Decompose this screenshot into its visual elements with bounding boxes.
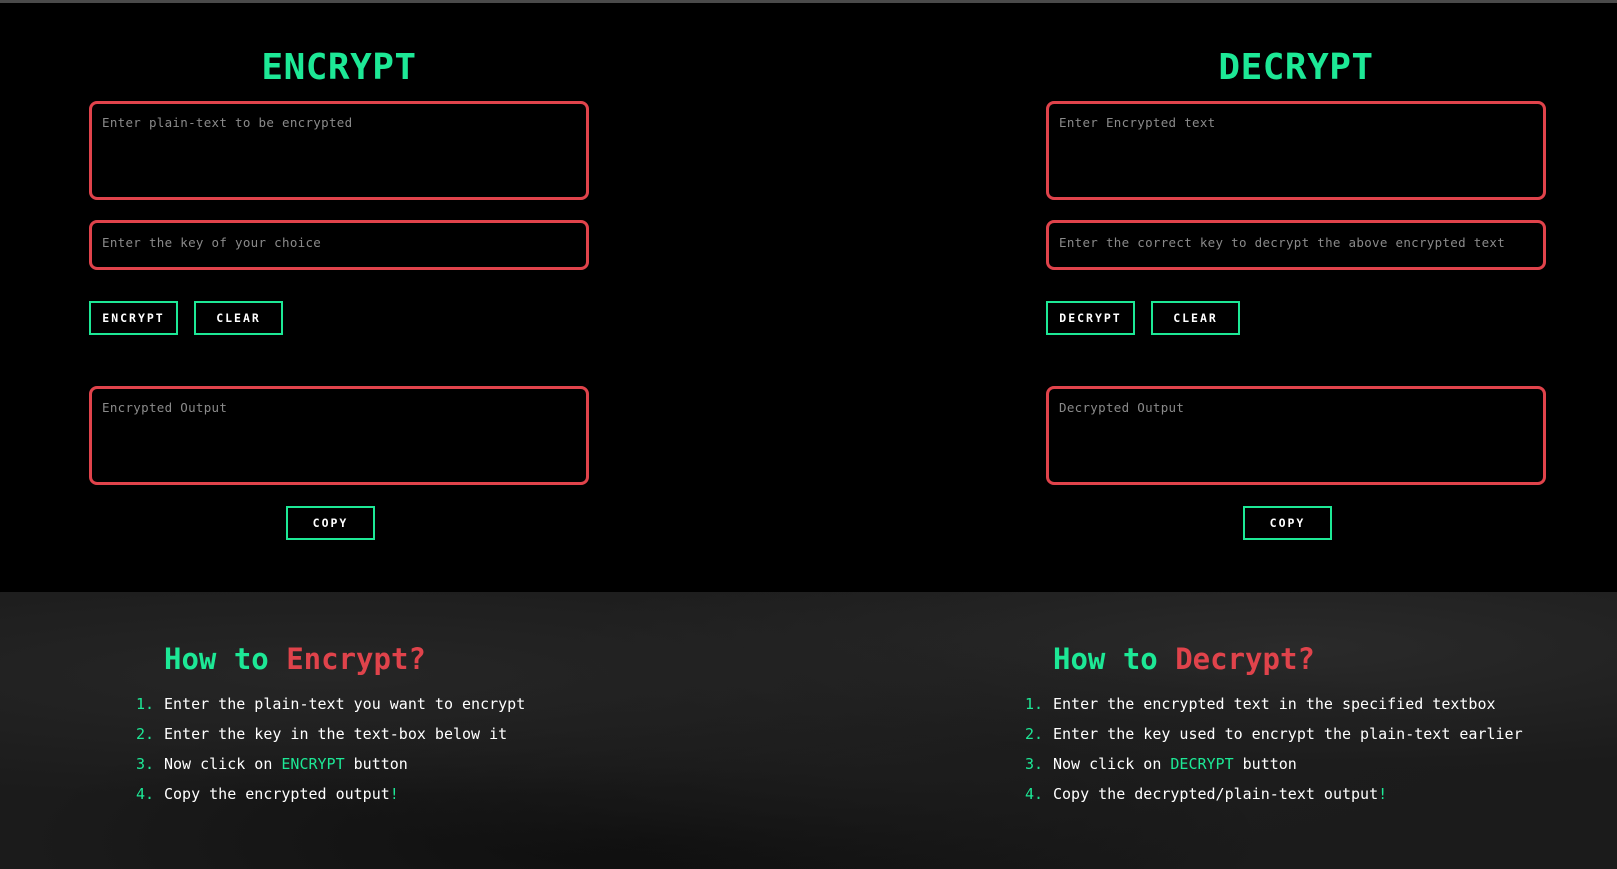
encrypt-key-input[interactable]: Enter the key of your choice xyxy=(89,220,589,270)
list-item: 4. Copy the decrypted/plain-text output! xyxy=(1025,785,1388,803)
list-item: 3. Now click on DECRYPT button xyxy=(1025,755,1297,773)
cipher-tool: ENCRYPT Enter plain-text to be encrypted… xyxy=(0,3,1617,592)
encrypted-text-input[interactable]: Enter Encrypted text xyxy=(1046,101,1546,200)
instructions-section: How to Encrypt? 1. Enter the plain-text y… xyxy=(0,592,1617,869)
how-to-decrypt-heading: How to Decrypt? xyxy=(1053,642,1315,676)
encrypt-button[interactable]: ENCRYPT xyxy=(89,301,178,335)
decrypt-copy-button[interactable]: COPY xyxy=(1243,506,1332,540)
how-to-encrypt-heading: How to Encrypt? xyxy=(164,642,426,676)
encrypt-copy-button[interactable]: COPY xyxy=(286,506,375,540)
list-item: 4. Copy the encrypted output! xyxy=(136,785,399,803)
list-item: 2. Enter the key in the text-box below it xyxy=(136,725,508,743)
encrypt-steps: 1. Enter the plain-text you want to encry… xyxy=(136,689,525,809)
decrypted-output[interactable]: Decrypted Output xyxy=(1046,386,1546,485)
list-item: 3. Now click on ENCRYPT button xyxy=(136,755,408,773)
encrypt-title: ENCRYPT xyxy=(261,47,417,88)
decrypt-button[interactable]: DECRYPT xyxy=(1046,301,1135,335)
list-item: 1. Enter the plain-text you want to encry… xyxy=(136,695,526,713)
list-item: 2. Enter the key used to encrypt the plai… xyxy=(1025,725,1523,743)
decrypt-key-input[interactable]: Enter the correct key to decrypt the abo… xyxy=(1046,220,1546,270)
encrypted-output[interactable]: Encrypted Output xyxy=(89,386,589,485)
list-item: 1. Enter the encrypted text in the specif… xyxy=(1025,695,1496,713)
decrypt-steps: 1. Enter the encrypted text in the specif… xyxy=(1025,689,1523,809)
plaintext-input[interactable]: Enter plain-text to be encrypted xyxy=(89,101,589,200)
encrypt-clear-button[interactable]: CLEAR xyxy=(194,301,283,335)
decrypt-title: DECRYPT xyxy=(1218,47,1374,88)
decrypt-clear-button[interactable]: CLEAR xyxy=(1151,301,1240,335)
